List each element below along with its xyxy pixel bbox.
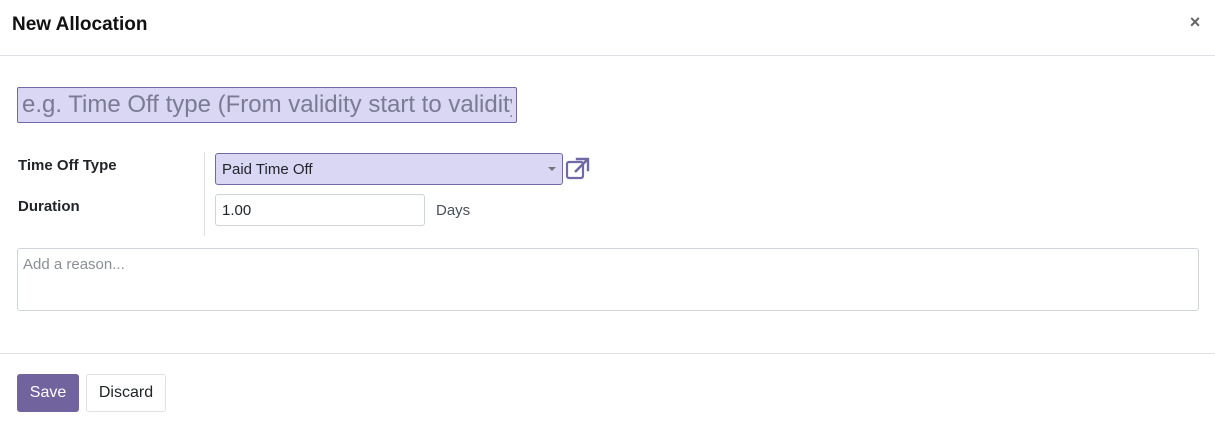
external-link-icon[interactable]	[565, 156, 591, 182]
duration-unit: Days	[436, 202, 471, 219]
footer-divider	[0, 353, 1215, 354]
dialog-title: New Allocation	[12, 14, 148, 35]
time-off-type-select[interactable]: Paid Time Off	[215, 153, 563, 185]
reason-textarea[interactable]	[17, 248, 1199, 311]
chevron-down-icon	[548, 167, 556, 171]
close-button[interactable]: ×	[1187, 12, 1203, 32]
label-divider	[204, 152, 205, 236]
duration-label: Duration	[18, 198, 80, 215]
time-off-type-label: Time Off Type	[18, 157, 117, 174]
duration-input[interactable]	[215, 194, 425, 226]
dialog-header: New Allocation ×	[0, 0, 1215, 56]
save-button[interactable]: Save	[17, 374, 79, 412]
allocation-name-input[interactable]	[17, 87, 517, 123]
time-off-type-value: Paid Time Off	[222, 161, 313, 178]
discard-button[interactable]: Discard	[86, 374, 166, 412]
new-allocation-dialog: New Allocation × Time Off Type Duration …	[0, 0, 1215, 424]
